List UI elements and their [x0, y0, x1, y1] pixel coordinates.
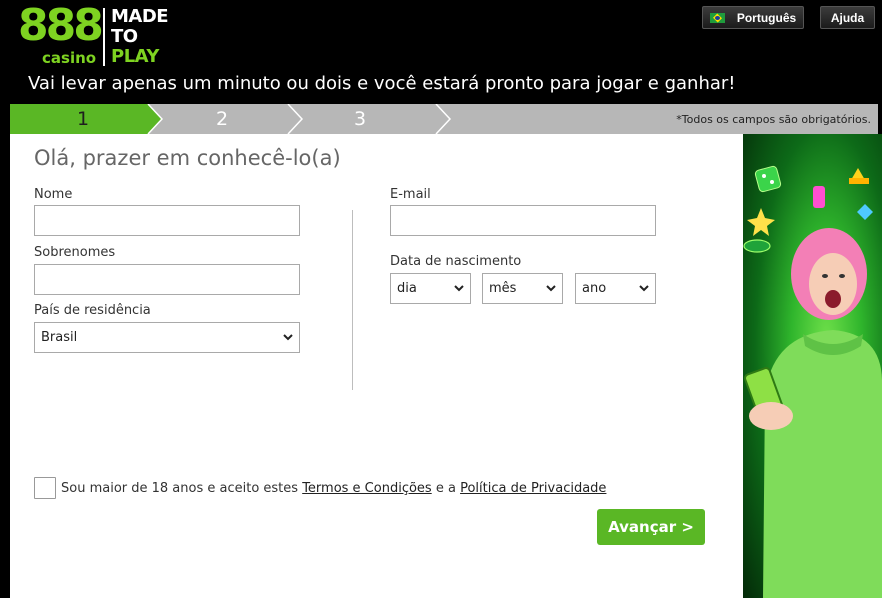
registration-form: Olá, prazer em conhecê-lo(a) Nome Sobren…: [10, 134, 743, 598]
promo-banner[interactable]: [743, 134, 882, 598]
terms-prefix: Sou maior de 18 anos e aceito estes: [61, 481, 303, 496]
help-button[interactable]: Ajuda: [820, 6, 875, 29]
dob-day-value: dia: [397, 281, 417, 296]
country-select[interactable]: Brasil: [34, 322, 300, 353]
step-2: 2: [216, 108, 229, 130]
dob-month-select[interactable]: mês: [482, 273, 563, 304]
steps-progress-bar: 1 2 3 *Todos os campos são obrigatórios.: [10, 104, 878, 134]
crown-base: [849, 178, 869, 184]
first-name-label: Nome: [34, 187, 73, 202]
bottom-strip: [0, 598, 882, 611]
chevron-down-icon: [639, 285, 649, 292]
chip-icon: [743, 239, 771, 253]
slogan-line: PLAY: [111, 46, 159, 67]
sweater-shape: [763, 330, 882, 598]
chevron-right-icon: [287, 104, 304, 134]
language-label: Português: [736, 10, 797, 25]
email-label: E-mail: [390, 187, 431, 202]
next-button[interactable]: Avançar >: [597, 509, 705, 545]
dob-year-value: ano: [582, 281, 607, 296]
language-button[interactable]: Português: [702, 6, 804, 29]
logo-divider: [103, 8, 105, 66]
chevron-right-icon: [435, 104, 452, 134]
dob-day-select[interactable]: dia: [390, 273, 471, 304]
step-3: 3: [354, 108, 367, 130]
mouth-shape: [825, 290, 841, 308]
chevron-down-icon: [283, 334, 293, 341]
hand-shape: [749, 402, 793, 430]
chevron-down-icon: [546, 285, 556, 292]
star-icon: [747, 208, 775, 236]
slogan-line: MADE: [111, 6, 169, 27]
country-value: Brasil: [41, 330, 78, 345]
logo-888: 888: [18, 0, 104, 51]
promo-illustration: [743, 165, 882, 598]
brazil-flag-icon: [709, 12, 725, 23]
country-label: País de residência: [34, 303, 151, 318]
terms-text: Sou maior de 18 anos e aceito estes Term…: [61, 481, 606, 496]
help-label: Ajuda: [830, 10, 865, 25]
required-fields-note: *Todos os campos são obrigatórios.: [676, 113, 871, 126]
gem-icon: [813, 186, 825, 208]
terms-checkbox[interactable]: [34, 477, 56, 499]
step-1: 1: [77, 108, 90, 130]
dob-month-value: mês: [489, 281, 517, 296]
privacy-link[interactable]: Política de Privacidade: [460, 481, 606, 496]
eye-shape: [839, 274, 845, 278]
dob-year-select[interactable]: ano: [575, 273, 656, 304]
first-name-input[interactable]: [34, 205, 300, 236]
logo-slogan: MADE TO PLAY: [111, 6, 169, 67]
slogan-line: TO: [111, 26, 138, 47]
last-name-input[interactable]: [34, 264, 300, 295]
tagline: Vai levar apenas um minuto ou dois e voc…: [28, 73, 736, 94]
column-divider: [352, 210, 353, 390]
terms-mid: e a: [431, 481, 461, 496]
brand-logo[interactable]: 888 casino MADE TO PLAY: [18, 2, 180, 68]
eye-shape: [822, 274, 828, 278]
dob-label: Data de nascimento: [390, 254, 522, 269]
dice-pip: [762, 174, 766, 178]
form-greeting: Olá, prazer em conhecê-lo(a): [34, 146, 341, 170]
dice-icon: [754, 165, 782, 193]
logo-casino: casino: [42, 49, 97, 67]
diamond-icon: [857, 204, 873, 220]
chevron-down-icon: [454, 285, 464, 292]
terms-link[interactable]: Termos e Condições: [302, 481, 432, 496]
last-name-label: Sobrenomes: [34, 245, 116, 260]
dice-pip: [770, 180, 774, 184]
email-input[interactable]: [390, 205, 656, 236]
